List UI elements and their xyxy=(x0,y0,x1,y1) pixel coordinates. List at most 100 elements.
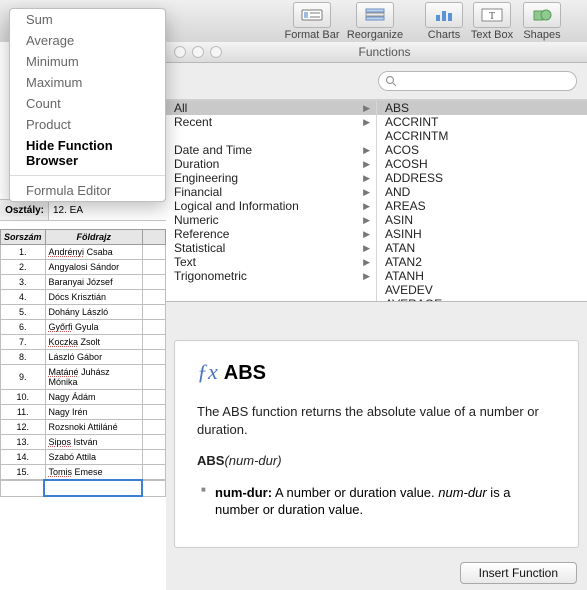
function-item[interactable]: ATANH xyxy=(377,269,587,283)
row-name[interactable]: Szabó Attila xyxy=(45,450,142,465)
function-item[interactable]: ACCRINT xyxy=(377,115,587,129)
menu-item[interactable]: Minimum xyxy=(10,51,165,72)
row-name[interactable]: Sipos István xyxy=(45,435,142,450)
row-extra[interactable] xyxy=(143,245,166,260)
category-item[interactable]: Duration▶ xyxy=(166,157,376,171)
menu-item[interactable]: Count xyxy=(10,93,165,114)
function-item[interactable]: ACOS xyxy=(377,143,587,157)
category-item[interactable]: Financial▶ xyxy=(166,185,376,199)
function-item[interactable]: AREAS xyxy=(377,199,587,213)
col-extra[interactable] xyxy=(143,230,166,245)
table-row[interactable]: 2.Angyalosi Sándor xyxy=(1,260,166,275)
category-item[interactable]: Recent▶ xyxy=(166,115,376,129)
row-extra[interactable] xyxy=(143,350,166,365)
category-item[interactable]: Engineering▶ xyxy=(166,171,376,185)
row-extra[interactable] xyxy=(143,320,166,335)
table-row[interactable]: 3.Baranyai József xyxy=(1,275,166,290)
row-extra[interactable] xyxy=(143,465,166,480)
table-row[interactable]: 1.Andrényi Csaba xyxy=(1,245,166,260)
row-name[interactable]: Rozsnoki Attiláné xyxy=(45,420,142,435)
table-row[interactable]: 10.Nagy Ádám xyxy=(1,390,166,405)
col-foldrajz[interactable]: Földrajz xyxy=(45,230,142,245)
function-item[interactable]: ATAN xyxy=(377,241,587,255)
row-name[interactable]: Koczka Zsolt xyxy=(45,335,142,350)
function-item[interactable]: ACOSH xyxy=(377,157,587,171)
menu-item[interactable]: Hide Function Browser xyxy=(10,135,165,171)
category-item[interactable]: Text▶ xyxy=(166,255,376,269)
function-item[interactable]: AVEDEV xyxy=(377,283,587,297)
row-name[interactable]: Andrényi Csaba xyxy=(45,245,142,260)
table-row[interactable]: 15.Tomis Emese xyxy=(1,465,166,480)
category-item[interactable]: Trigonometric▶ xyxy=(166,269,376,283)
row-extra[interactable] xyxy=(143,275,166,290)
table-row[interactable]: 12.Rozsnoki Attiláné xyxy=(1,420,166,435)
row-name[interactable]: Győrfi Gyula xyxy=(45,320,142,335)
table-row[interactable]: 6.Győrfi Gyula xyxy=(1,320,166,335)
row-name[interactable]: Angyalosi Sándor xyxy=(45,260,142,275)
toolbar-reorganize[interactable]: Reorganize xyxy=(346,2,404,41)
table-row[interactable]: 14.Szabó Attila xyxy=(1,450,166,465)
category-item[interactable]: Numeric▶ xyxy=(166,213,376,227)
table-row[interactable]: 7.Koczka Zsolt xyxy=(1,335,166,350)
osztaly-value[interactable]: 12. EA xyxy=(48,200,166,220)
menu-item[interactable]: Sum xyxy=(10,9,165,30)
row-name[interactable]: Nagy Irén xyxy=(45,405,142,420)
row-name[interactable]: Nagy Ádám xyxy=(45,390,142,405)
row-extra[interactable] xyxy=(143,260,166,275)
row-extra[interactable] xyxy=(143,290,166,305)
menu-item[interactable]: Average xyxy=(10,30,165,51)
menu-item[interactable]: Formula Editor xyxy=(10,180,165,201)
toolbar-shapes[interactable]: Shapes xyxy=(520,2,564,41)
category-list[interactable]: All▶Recent▶ Date and Time▶Duration▶Engine… xyxy=(166,101,376,301)
function-menu[interactable]: SumAverageMinimumMaximumCountProductHide… xyxy=(9,8,166,202)
toolbar-charts[interactable]: Charts xyxy=(424,2,464,41)
function-item[interactable]: ASIN xyxy=(377,213,587,227)
row-extra[interactable] xyxy=(143,405,166,420)
table-row[interactable]: 13.Sipos István xyxy=(1,435,166,450)
row-name[interactable]: Matáné Juhász Mónika xyxy=(45,365,142,390)
row-name[interactable]: László Gábor xyxy=(45,350,142,365)
category-item[interactable]: Reference▶ xyxy=(166,227,376,241)
functions-search[interactable] xyxy=(378,71,577,91)
row-name[interactable]: Baranyai József xyxy=(45,275,142,290)
function-item[interactable]: ASINH xyxy=(377,227,587,241)
table-row[interactable]: 5.Dohány László xyxy=(1,305,166,320)
category-item[interactable] xyxy=(166,129,376,143)
row-extra[interactable] xyxy=(143,390,166,405)
function-list[interactable]: ABSACCRINTACCRINTMACOSACOSHADDRESSANDARE… xyxy=(376,101,587,301)
category-item[interactable]: All▶ xyxy=(166,101,376,115)
minimize-icon[interactable] xyxy=(192,46,204,58)
toolbar-textbox[interactable]: T Text Box xyxy=(468,2,516,41)
menu-item[interactable]: Maximum xyxy=(10,72,165,93)
function-item[interactable]: AVERAGE xyxy=(377,297,587,301)
row-name[interactable]: Dócs Krisztián xyxy=(45,290,142,305)
zoom-icon[interactable] xyxy=(210,46,222,58)
row-name[interactable]: Tomis Emese xyxy=(45,465,142,480)
row-extra[interactable] xyxy=(143,450,166,465)
function-item[interactable]: ACCRINTM xyxy=(377,129,587,143)
category-item[interactable]: Statistical▶ xyxy=(166,241,376,255)
table-row[interactable]: 9.Matáné Juhász Mónika xyxy=(1,365,166,390)
menu-item[interactable]: Product xyxy=(10,114,165,135)
category-item[interactable]: Date and Time▶ xyxy=(166,143,376,157)
row-extra[interactable] xyxy=(143,420,166,435)
table-row[interactable]: 8.László Gábor xyxy=(1,350,166,365)
table-row[interactable]: 4.Dócs Krisztián xyxy=(1,290,166,305)
row-name[interactable]: Dohány László xyxy=(45,305,142,320)
function-item[interactable]: ADDRESS xyxy=(377,171,587,185)
row-extra[interactable] xyxy=(143,305,166,320)
table-row[interactable]: 11.Nagy Irén xyxy=(1,405,166,420)
row-extra[interactable] xyxy=(143,335,166,350)
col-sorszam[interactable]: Sorszám xyxy=(1,230,46,245)
function-item[interactable]: ATAN2 xyxy=(377,255,587,269)
insert-function-button[interactable]: Insert Function xyxy=(460,562,577,584)
row-extra[interactable] xyxy=(143,365,166,390)
function-item[interactable]: ABS xyxy=(377,101,587,115)
category-item[interactable]: Logical and Information▶ xyxy=(166,199,376,213)
function-item[interactable]: AND xyxy=(377,185,587,199)
search-input[interactable] xyxy=(397,74,570,88)
row-extra[interactable] xyxy=(143,435,166,450)
window-controls[interactable] xyxy=(166,46,222,58)
selected-cell[interactable] xyxy=(44,480,142,496)
close-icon[interactable] xyxy=(174,46,186,58)
